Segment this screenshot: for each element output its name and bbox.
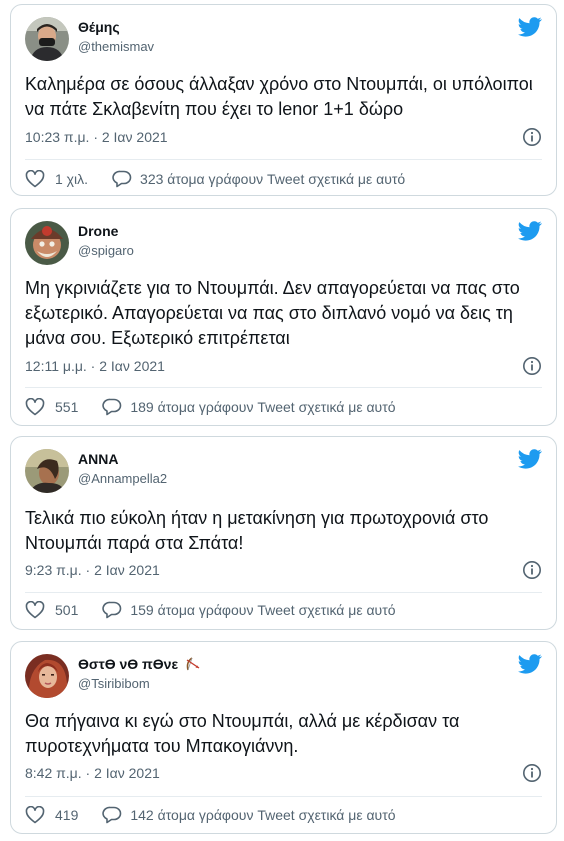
tweet-actions: 501 159 άτομα γράφουν Tweet σχετικά με α… — [25, 599, 542, 621]
display-name[interactable]: ϴστϴ νϴ πϴνε — [78, 656, 201, 674]
divider — [25, 159, 542, 160]
info-icon[interactable] — [522, 763, 542, 788]
heart-icon[interactable] — [25, 398, 45, 416]
tweet-card[interactable]: ANNA @Annampella2 Τελικά πιο εύκολη ήταν… — [10, 436, 557, 630]
info-icon[interactable] — [522, 560, 542, 585]
username[interactable]: @Annampella2 — [78, 471, 167, 486]
timestamp[interactable]: 12:11 μ.μ. · 2 Ιαν 2021 — [25, 358, 165, 374]
heart-icon[interactable] — [25, 806, 45, 824]
tweet-card[interactable]: Drone @spigaro Μη γκρινιάζετε για το Ντο… — [10, 208, 557, 426]
tweet-card[interactable]: Θέμης @themismav Καλημέρα σε όσους άλλαξ… — [10, 4, 557, 196]
speech-bubble-icon[interactable] — [112, 170, 132, 188]
timestamp[interactable]: 8:42 π.μ. · 2 Ιαν 2021 — [25, 765, 160, 781]
twitter-bird-icon[interactable] — [518, 654, 542, 679]
like-count[interactable]: 1 χιλ. — [55, 171, 88, 187]
quote-tweets-link[interactable]: 142 άτομα γράφουν Tweet σχετικά με αυτό — [130, 807, 395, 823]
quote-tweets-link[interactable]: 189 άτομα γράφουν Tweet σχετικά με αυτό — [130, 399, 395, 415]
divider — [25, 796, 542, 797]
quote-tweets-link[interactable]: 159 άτομα γράφουν Tweet σχετικά με αυτό — [130, 602, 395, 618]
username[interactable]: @themismav — [78, 39, 154, 54]
speech-bubble-icon[interactable] — [102, 806, 122, 824]
username[interactable]: @spigaro — [78, 243, 134, 258]
heart-icon[interactable] — [25, 170, 45, 188]
twitter-bird-icon[interactable] — [518, 449, 542, 474]
tweet-actions: 551 189 άτομα γράφουν Tweet σχετικά με α… — [25, 396, 542, 418]
divider — [25, 592, 542, 593]
tweet-actions: 1 χιλ. 323 άτομα γράφουν Tweet σχετικά μ… — [25, 168, 542, 190]
quote-tweets-link[interactable]: 323 άτομα γράφουν Tweet σχετικά με αυτό — [140, 171, 405, 187]
divider — [25, 387, 542, 388]
timestamp[interactable]: 10:23 π.μ. · 2 Ιαν 2021 — [25, 129, 168, 145]
twitter-bird-icon[interactable] — [518, 17, 542, 42]
tweet-text: Θα πήγαινα κι εγώ στο Ντουμπάι, αλλά με … — [25, 711, 460, 756]
like-count[interactable]: 551 — [55, 399, 78, 415]
username[interactable]: @Tsiribibom — [78, 676, 150, 691]
avatar[interactable] — [25, 654, 69, 698]
display-name[interactable]: Θέμης — [78, 19, 120, 35]
like-count[interactable]: 419 — [55, 807, 78, 823]
twitter-bird-icon[interactable] — [518, 221, 542, 246]
tweet-text: Τελικά πιο εύκολη ήταν η μετακίνηση για … — [25, 508, 489, 553]
display-name-text: ϴστϴ νϴ πϴνε — [78, 656, 179, 672]
info-icon[interactable] — [522, 127, 542, 152]
like-count[interactable]: 501 — [55, 602, 78, 618]
tweet-text: Μη γκρινιάζετε για το Ντουμπάι. Δεν απαγ… — [25, 278, 520, 348]
info-icon[interactable] — [522, 356, 542, 381]
timestamp[interactable]: 9:23 π.μ. · 2 Ιαν 2021 — [25, 562, 160, 578]
heart-icon[interactable] — [25, 601, 45, 619]
display-name[interactable]: ANNA — [78, 451, 118, 467]
tweet-text: Καλημέρα σε όσους άλλαξαν χρόνο στο Ντου… — [25, 74, 533, 119]
tweet-actions: 419 142 άτομα γράφουν Tweet σχετικά με α… — [25, 804, 542, 826]
tweet-feed: Θέμης @themismav Καλημέρα σε όσους άλλαξ… — [0, 0, 564, 841]
avatar[interactable] — [25, 449, 69, 493]
display-name[interactable]: Drone — [78, 223, 118, 239]
avatar[interactable] — [25, 221, 69, 265]
avatar[interactable] — [25, 17, 69, 61]
speech-bubble-icon[interactable] — [102, 601, 122, 619]
speech-bubble-icon[interactable] — [102, 398, 122, 416]
tweet-card[interactable]: ϴστϴ νϴ πϴνε @Tsiribibom Θα πήγαινα κι ε… — [10, 641, 557, 834]
bow-and-arrow-icon — [185, 657, 201, 674]
